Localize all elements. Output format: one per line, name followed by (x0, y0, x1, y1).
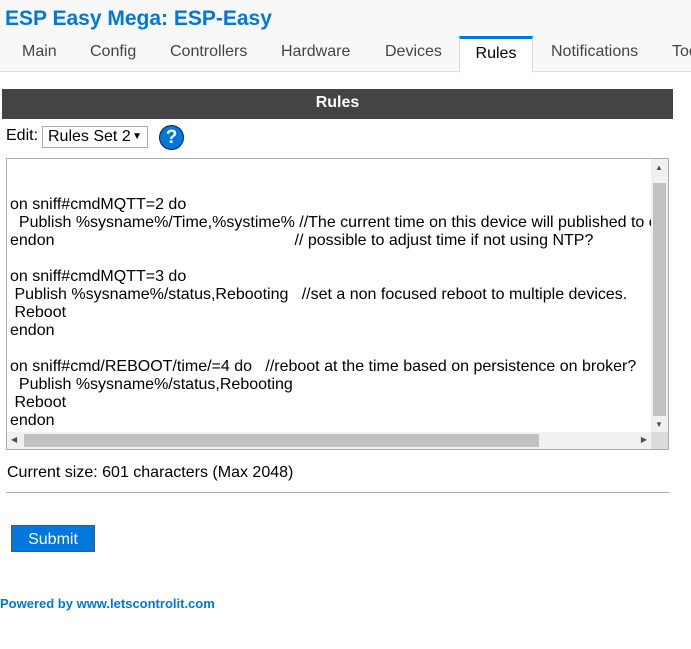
resize-corner[interactable] (651, 432, 668, 449)
page-title: ESP Easy Mega: ESP-Easy (5, 7, 272, 30)
selected-value: Rules Set 2 (48, 128, 131, 145)
tab-main[interactable]: Main (7, 36, 72, 71)
scroll-up-icon[interactable]: ▲ (655, 163, 663, 172)
tab-tools[interactable]: Tools (657, 36, 691, 71)
submit-button[interactable]: Submit (11, 525, 95, 552)
vertical-scroll-thumb[interactable] (653, 183, 666, 416)
rules-editor[interactable]: on sniff#cmdMQTT=2 do Publish %sysname%/… (6, 158, 669, 450)
footer-link[interactable]: Powered by www.letscontrolit.com (0, 596, 215, 611)
rules-set-select[interactable]: Rules Set 2 ▼ (42, 126, 148, 148)
scroll-right-icon[interactable]: ▶ (641, 435, 647, 444)
header: ESP Easy Mega: ESP-Easy Main Config Cont… (0, 0, 691, 73)
vertical-scrollbar[interactable]: ▲ ▼ (651, 159, 668, 433)
tab-notifications[interactable]: Notifications (536, 36, 653, 71)
help-icon[interactable]: ? (159, 125, 184, 150)
current-size: Current size: 601 characters (Max 2048) (7, 464, 294, 481)
scroll-left-icon[interactable]: ◀ (11, 435, 17, 444)
tab-rules[interactable]: Rules (459, 36, 533, 73)
edit-label: Edit: (6, 127, 39, 144)
horizontal-scroll-thumb[interactable] (24, 434, 539, 447)
tab-config[interactable]: Config (75, 36, 151, 71)
divider (6, 492, 669, 493)
horizontal-scrollbar[interactable]: ◀ ▶ (7, 432, 651, 449)
rules-text[interactable]: on sniff#cmdMQTT=2 do Publish %sysname%/… (10, 160, 652, 430)
section-header: Rules (2, 89, 673, 119)
dropdown-arrow-icon: ▼ (132, 131, 142, 142)
tab-controllers[interactable]: Controllers (155, 36, 262, 71)
tab-hardware[interactable]: Hardware (266, 36, 365, 71)
scroll-down-icon[interactable]: ▼ (655, 420, 663, 429)
tab-devices[interactable]: Devices (370, 36, 457, 71)
